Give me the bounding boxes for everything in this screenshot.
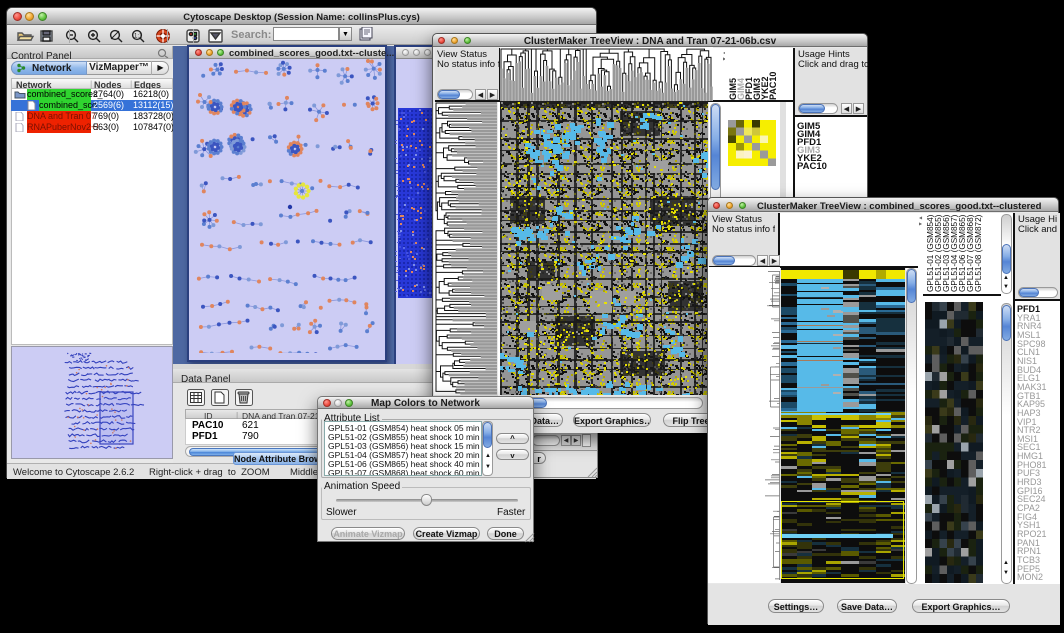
svg-text:GPL51-08 (GSM872): GPL51-08 (GSM872) (974, 214, 983, 292)
svg-text:PAC10: PAC10 (768, 72, 778, 100)
svg-text:1:1: 1:1 (134, 34, 143, 40)
